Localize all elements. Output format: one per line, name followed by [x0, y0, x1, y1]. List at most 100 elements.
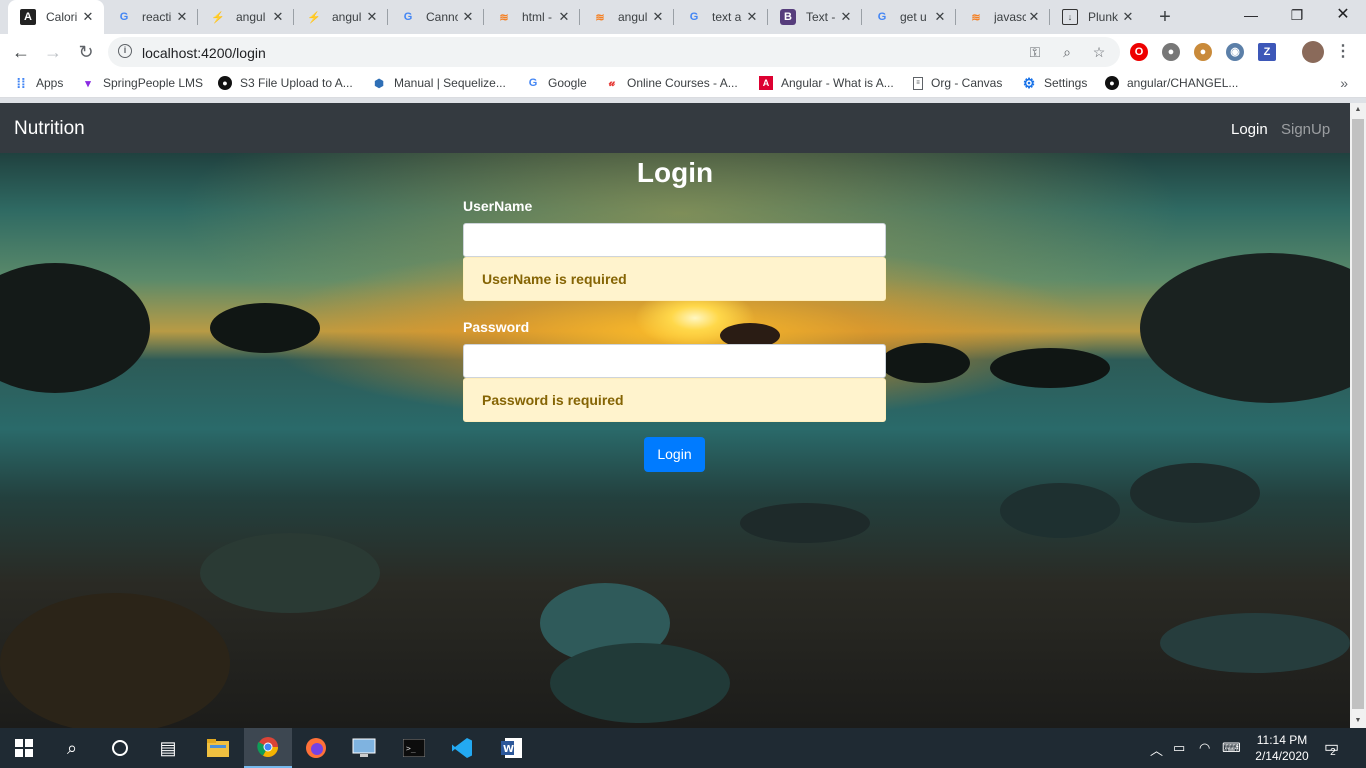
tab-reacti[interactable]: G reacti ✕	[104, 0, 198, 34]
nav-login-link[interactable]: Login	[1231, 121, 1268, 138]
notification-count: 2	[1330, 747, 1336, 758]
scroll-thumb[interactable]	[1352, 119, 1364, 709]
password-input[interactable]	[463, 344, 886, 378]
tab-angul-1[interactable]: ⚡ angul ✕	[198, 0, 294, 34]
bookmark-settings[interactable]: ⚙ Settings	[1022, 75, 1088, 91]
rock-shape	[1140, 253, 1350, 403]
tab-text-bootstrap[interactable]: B Text - ✕	[768, 0, 862, 34]
new-tab-button[interactable]: +	[1155, 5, 1175, 29]
close-icon[interactable]: ✕	[460, 9, 476, 25]
eye-extension-icon[interactable]: ◉	[1226, 43, 1244, 61]
minimize-button[interactable]: —	[1228, 0, 1274, 32]
rock-shape	[0, 263, 150, 393]
username-error-alert: UserName is required	[463, 257, 886, 301]
cookie-icon[interactable]: ●	[1194, 43, 1212, 61]
page-viewport: Nutrition Login SignUp Login UserName Us…	[0, 103, 1350, 728]
wifi-icon[interactable]: ◠	[1199, 740, 1210, 756]
opera-extension-icon[interactable]: O	[1130, 43, 1148, 61]
zoom-icon[interactable]: ⌕	[1058, 44, 1076, 60]
tab-strip: A Calori ✕ G reacti ✕ ⚡ angul ✕ ⚡ angul …	[0, 0, 1366, 34]
file-explorer-icon[interactable]	[194, 728, 242, 768]
nav-signup-link[interactable]: SignUp	[1281, 121, 1330, 138]
close-icon[interactable]: ✕	[556, 9, 572, 25]
close-icon[interactable]: ✕	[270, 9, 286, 25]
tab-label: text a	[712, 10, 742, 24]
cortana-icon[interactable]	[96, 728, 144, 768]
avatar[interactable]	[1302, 41, 1324, 63]
restore-button[interactable]: ❐	[1274, 0, 1320, 32]
word-icon[interactable]: W	[488, 728, 536, 768]
apps-grid-icon: ⁞⁞	[16, 75, 26, 91]
chrome-icon[interactable]	[244, 728, 292, 768]
task-view-icon[interactable]: ▤	[144, 728, 192, 768]
rock-shape	[990, 348, 1110, 388]
search-icon[interactable]: ⌕	[48, 728, 96, 768]
close-icon[interactable]: ✕	[1026, 9, 1042, 25]
system-clock[interactable]: 11:14 PM 2/14/2020	[1252, 732, 1312, 764]
tab-label: Calori	[46, 10, 78, 24]
close-icon[interactable]: ✕	[744, 9, 760, 25]
url-text[interactable]: localhost:4200/login	[142, 45, 266, 61]
extension-circle-icon[interactable]: ●	[1162, 43, 1180, 61]
remote-desktop-icon[interactable]	[340, 728, 388, 768]
login-button[interactable]: Login	[644, 437, 705, 472]
close-window-button[interactable]: ✕	[1320, 0, 1366, 32]
google-icon: G	[403, 11, 413, 23]
notification-center-icon[interactable]: ▭2	[1324, 737, 1339, 758]
tab-text-a[interactable]: G text a ✕	[674, 0, 768, 34]
back-button[interactable]: ←	[9, 40, 33, 64]
vscode-icon[interactable]	[438, 728, 486, 768]
menu-dots-icon[interactable]: ⋮	[1334, 43, 1352, 61]
terminal-icon[interactable]: >_	[390, 728, 438, 768]
scroll-down-icon[interactable]: ▼	[1350, 714, 1366, 728]
chevron-up-icon[interactable]: ︿	[1150, 740, 1163, 759]
springpeople-icon: ▾	[85, 77, 91, 90]
tab-angul-2[interactable]: ⚡ angul ✕	[294, 0, 388, 34]
bookmark-org-canvas[interactable]: ≡ Org - Canvas	[913, 76, 1002, 90]
windows-start-icon[interactable]	[0, 728, 48, 768]
address-bar[interactable]: i localhost:4200/login ⚿ ⌕ ☆	[108, 37, 1120, 67]
tab-plunk[interactable]: ↓ Plunk ✕	[1050, 0, 1144, 34]
close-icon[interactable]: ✕	[650, 9, 666, 25]
bookmark-google[interactable]: G Google	[526, 76, 587, 90]
close-icon[interactable]: ✕	[80, 9, 96, 25]
rock-shape	[1160, 613, 1350, 673]
star-icon[interactable]: ☆	[1090, 44, 1108, 60]
bookmark-angular[interactable]: A Angular - What is A...	[759, 76, 894, 90]
tab-javasc[interactable]: ≋ javasc ✕	[956, 0, 1050, 34]
github-icon: ●	[1105, 76, 1119, 90]
close-icon[interactable]: ✕	[174, 9, 190, 25]
bookmark-apps[interactable]: ⁞⁞ Apps	[14, 75, 63, 91]
tab-canno[interactable]: G Canno ✕	[388, 0, 484, 34]
bookmark-sequelize[interactable]: ⬢ Manual | Sequelize...	[372, 76, 506, 90]
brand-link[interactable]: Nutrition	[14, 118, 85, 140]
keyboard-icon[interactable]: ⌨	[1222, 740, 1241, 756]
close-icon[interactable]: ✕	[932, 9, 948, 25]
tab-calori[interactable]: A Calori ✕	[8, 0, 104, 34]
bookmark-springpeople[interactable]: ▾ SpringPeople LMS	[81, 76, 203, 90]
bookmark-online-courses[interactable]: 𝓊 Online Courses - A...	[605, 76, 738, 90]
z-extension-icon[interactable]: Z	[1258, 43, 1276, 61]
tab-angul-3[interactable]: ≋ angul ✕	[580, 0, 674, 34]
bookmark-angular-changelog[interactable]: ● angular/CHANGEL...	[1105, 76, 1238, 90]
tab-get-u[interactable]: G get u ✕	[862, 0, 956, 34]
forward-button[interactable]: →	[41, 40, 65, 64]
scroll-up-icon[interactable]: ▲	[1350, 103, 1366, 117]
battery-icon[interactable]: ▭	[1173, 740, 1185, 756]
tab-html[interactable]: ≋ html - ✕	[484, 0, 580, 34]
bookmark-s3-upload[interactable]: ● S3 File Upload to A...	[218, 76, 353, 90]
sequelize-icon: ⬢	[374, 77, 384, 90]
bookmarks-overflow-icon[interactable]: »	[1340, 75, 1348, 91]
reload-button[interactable]: ↻	[74, 40, 98, 64]
key-icon[interactable]: ⚿	[1026, 44, 1044, 60]
rock-shape	[550, 643, 730, 723]
close-icon[interactable]: ✕	[838, 9, 854, 25]
page-scrollbar[interactable]: ▲ ▼	[1350, 103, 1366, 728]
firefox-icon[interactable]	[292, 728, 340, 768]
tab-label: angul	[236, 10, 266, 24]
site-info-icon[interactable]: i	[118, 44, 132, 58]
close-icon[interactable]: ✕	[364, 9, 380, 25]
username-input[interactable]	[463, 223, 886, 257]
close-icon[interactable]: ✕	[1120, 9, 1136, 25]
tab-label: html -	[522, 10, 552, 24]
